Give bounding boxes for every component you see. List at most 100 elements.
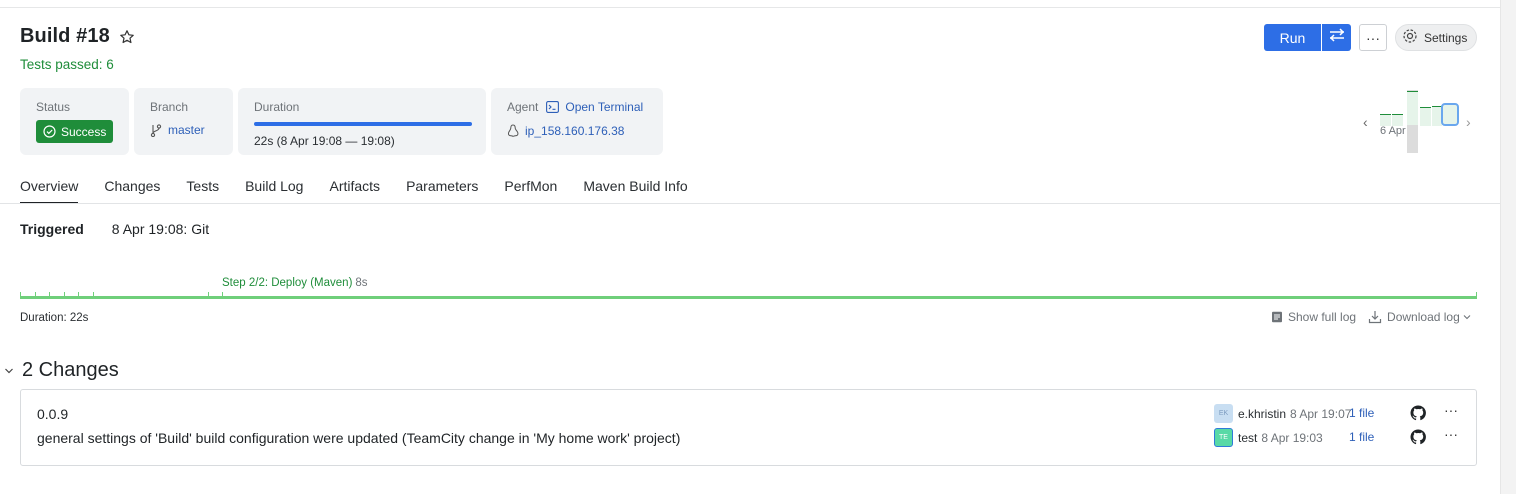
timeline-tick [20, 292, 21, 299]
sliders-icon [1329, 28, 1345, 47]
chevron-down-icon [1463, 315, 1471, 320]
history-bar-cap [1380, 114, 1391, 115]
tab-tests[interactable]: Tests [186, 178, 219, 204]
show-full-log-link[interactable]: Show full log [1271, 310, 1356, 324]
document-icon [1272, 311, 1282, 323]
tab-parameters[interactable]: Parameters [406, 178, 478, 204]
history-bar-cap [1407, 91, 1418, 92]
change-author[interactable]: test [1238, 431, 1257, 445]
star-icon[interactable] [119, 29, 135, 45]
timeline-tick [93, 292, 94, 299]
timeline-tick [35, 292, 36, 299]
change-author[interactable]: e.khristin [1238, 407, 1286, 421]
total-duration: Duration: 22s [20, 312, 89, 324]
change-title[interactable]: 0.0.9 [37, 406, 68, 422]
timeline-tick [1476, 292, 1477, 299]
change-files-link[interactable]: 1 file [1349, 430, 1374, 444]
step-label[interactable]: Step 2/2: Deploy (Maven) 8s [222, 277, 368, 289]
history-bar-cap [1392, 114, 1403, 115]
history-date-label: 6 Apr [1380, 125, 1406, 137]
history-bar [1432, 106, 1442, 126]
chevron-down-icon [5, 368, 13, 373]
download-log-label: Download log [1387, 310, 1460, 324]
branch-value: master [168, 123, 205, 137]
agent-card: Agent Open Terminal ip_158.160.176.38 [491, 88, 663, 155]
duration-label: Duration [254, 100, 300, 114]
duration-value: 22s (8 Apr 19:08 — 19:08) [254, 134, 395, 148]
changes-heading: 2 Changes [22, 359, 119, 381]
download-log-button[interactable]: Download log [1368, 310, 1476, 324]
tab-overview[interactable]: Overview [20, 178, 79, 204]
gear-icon [1402, 28, 1418, 47]
tests-passed-status[interactable]: Tests passed: 6 [20, 57, 114, 72]
linux-icon [507, 124, 519, 137]
step-duration: 8s [355, 277, 368, 289]
duration-progress-bar [254, 122, 472, 126]
triggered-label: Triggered [20, 221, 84, 237]
avatar: EK [1214, 404, 1233, 423]
timeline-tick [78, 292, 79, 299]
history-bar-selected [1441, 103, 1459, 126]
history-bar [1420, 107, 1431, 126]
changes-list: 0.0.9 EK e.khristin 8 Apr 19:07 1 file ·… [20, 389, 1477, 466]
run-options-button[interactable] [1322, 24, 1351, 51]
build-header: Build #18 [20, 25, 135, 48]
tab-perfmon[interactable]: PerfMon [504, 178, 557, 204]
tab-artifacts[interactable]: Artifacts [329, 178, 380, 204]
vertical-scrollbar[interactable] [1500, 0, 1516, 494]
branch-link[interactable]: master [150, 123, 217, 137]
top-divider [0, 7, 1500, 8]
page-title: Build #18 [20, 25, 110, 47]
change-files-link[interactable]: 1 file [1349, 406, 1374, 420]
status-badge: Success [36, 120, 114, 143]
change-meta: TE test 8 Apr 19:03 [1214, 428, 1323, 447]
github-icon[interactable] [1410, 405, 1426, 426]
build-timeline[interactable] [20, 296, 1477, 299]
chevron-right-icon[interactable]: › [1466, 114, 1471, 130]
settings-button[interactable]: Settings [1395, 24, 1477, 51]
run-button[interactable]: Run [1264, 24, 1321, 51]
history-bar-cap [1420, 107, 1431, 108]
status-card: Status Success [20, 88, 129, 155]
changes-section-toggle[interactable]: 2 Changes [4, 359, 119, 382]
change-date: 8 Apr 19:03 [1261, 430, 1323, 445]
tabs-divider [0, 203, 1500, 204]
timeline-tick [64, 292, 65, 299]
history-bar-cap [1432, 106, 1442, 107]
open-terminal-label: Open Terminal [565, 100, 644, 114]
triggered-value: 8 Apr 19:08: Git [111, 221, 210, 237]
agent-label: Agent [507, 100, 539, 114]
branch-label: Branch [150, 100, 189, 114]
branch-icon [150, 123, 162, 137]
change-more-button[interactable]: ··· [1444, 402, 1458, 418]
check-circle-icon [43, 125, 56, 138]
status-label: Status [36, 100, 71, 114]
change-title[interactable]: general settings of 'Build' build config… [37, 430, 680, 446]
open-terminal-link[interactable]: Open Terminal [546, 100, 643, 114]
download-icon [1368, 311, 1382, 324]
agent-link[interactable]: ip_158.160.176.38 [507, 124, 647, 138]
tab-build-log[interactable]: Build Log [245, 178, 303, 204]
step-name: Step 2/2: Deploy (Maven) [222, 277, 353, 289]
timeline-tick [49, 292, 50, 299]
build-tabs: Overview Changes Tests Build Log Artifac… [20, 178, 714, 204]
show-full-log-label: Show full log [1288, 310, 1357, 324]
avatar: TE [1214, 428, 1233, 447]
github-icon[interactable] [1410, 429, 1426, 450]
change-date: 8 Apr 19:07 [1290, 406, 1352, 421]
tab-maven-build-info[interactable]: Maven Build Info [583, 178, 687, 204]
change-meta: EK e.khristin 8 Apr 19:07 [1214, 404, 1351, 423]
build-history-chart[interactable]: ‹ 6 Apr › [1360, 88, 1480, 156]
tab-changes[interactable]: Changes [104, 178, 160, 204]
more-actions-button[interactable]: ··· [1359, 24, 1387, 51]
duration-card: Duration 22s (8 Apr 19:08 — 19:08) [238, 88, 486, 155]
log-actions: Show full log Download log [1271, 310, 1488, 324]
change-more-button[interactable]: ··· [1444, 426, 1458, 442]
history-bar [1407, 91, 1418, 125]
settings-label: Settings [1424, 30, 1468, 45]
terminal-icon [546, 101, 560, 113]
history-bars [1380, 90, 1459, 153]
branch-card: Branch master [134, 88, 233, 155]
timeline-tick [208, 292, 209, 299]
triggered-row: Triggered 8 Apr 19:08: Git [20, 221, 209, 237]
